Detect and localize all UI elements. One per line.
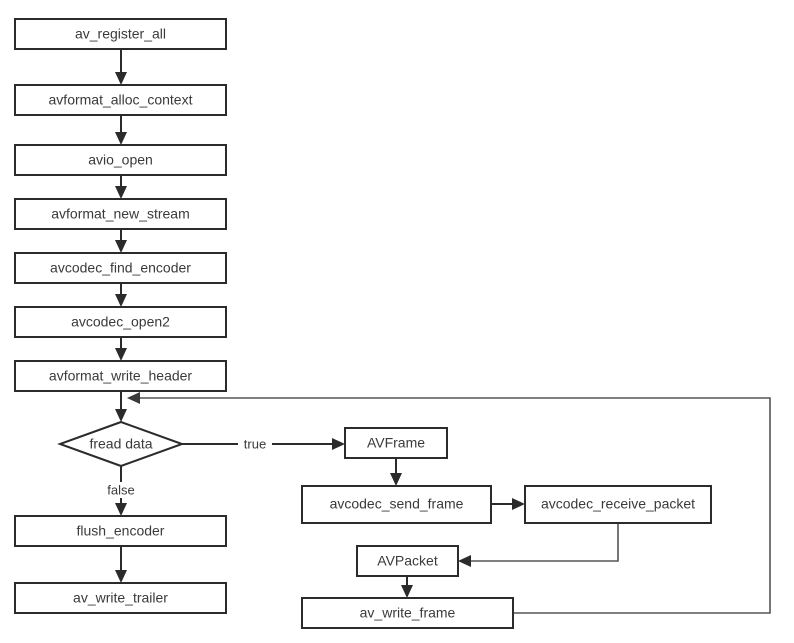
node-avframe[interactable]: AVFrame — [344, 427, 448, 459]
node-label-flush-encoder: flush_encoder — [77, 523, 165, 539]
node-avio-open[interactable]: avio_open — [14, 144, 227, 176]
node-flush-encoder[interactable]: flush_encoder — [14, 515, 227, 547]
node-avcodec-open2[interactable]: avcodec_open2 — [14, 306, 227, 338]
node-label-avio-open: avio_open — [88, 152, 153, 168]
node-av-register-all[interactable]: av_register_all — [14, 18, 227, 50]
node-label-avcodec-send-frame: avcodec_send_frame — [330, 496, 464, 512]
node-avcodec-receive-packet[interactable]: avcodec_receive_packet — [524, 485, 712, 524]
node-label-avformat-alloc-context: avformat_alloc_context — [49, 92, 193, 108]
node-label-av-write-trailer: av_write_trailer — [73, 590, 168, 606]
node-label-avpacket: AVPacket — [377, 553, 438, 569]
node-avpacket[interactable]: AVPacket — [356, 545, 459, 577]
edge-label-false: false — [107, 482, 134, 497]
node-label-fread-data: fread data — [89, 436, 152, 452]
node-avformat-new-stream[interactable]: avformat_new_stream — [14, 198, 227, 230]
node-label-av-register-all: av_register_all — [75, 26, 166, 42]
node-avformat-write-header[interactable]: avformat_write_header — [14, 360, 227, 392]
node-avcodec-send-frame[interactable]: avcodec_send_frame — [301, 485, 492, 524]
node-label-avcodec-open2: avcodec_open2 — [71, 314, 170, 330]
flowchart-diagram: true false av_register_all avformat_allo… — [0, 0, 794, 643]
node-av-write-trailer[interactable]: av_write_trailer — [14, 582, 227, 614]
node-label-avcodec-find-encoder: avcodec_find_encoder — [50, 260, 191, 276]
node-label-avformat-new-stream: avformat_new_stream — [51, 206, 190, 222]
node-label-avcodec-receive-packet: avcodec_receive_packet — [541, 496, 695, 512]
node-avcodec-find-encoder[interactable]: avcodec_find_encoder — [14, 252, 227, 284]
node-label-avframe: AVFrame — [367, 435, 425, 451]
node-av-write-frame[interactable]: av_write_frame — [301, 597, 514, 629]
node-label-av-write-frame: av_write_frame — [360, 605, 456, 621]
node-label-avformat-write-header: avformat_write_header — [49, 368, 193, 384]
node-avformat-alloc-context[interactable]: avformat_alloc_context — [14, 84, 227, 116]
edge-label-true: true — [244, 436, 266, 451]
